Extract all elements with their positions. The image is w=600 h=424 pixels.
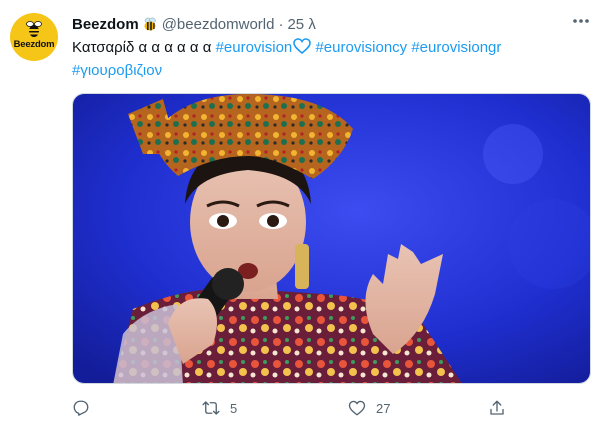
reply-icon: [73, 400, 89, 416]
display-name[interactable]: Beezdom: [72, 16, 139, 33]
tweet-text-line-1: Κατσαρίδ α α α α α α #eurovision #eurovi…: [72, 38, 501, 58]
more-dots-icon[interactable]: [571, 15, 591, 27]
retweet-icon: [202, 401, 220, 415]
bee-logo-icon: [26, 21, 42, 37]
user-handle[interactable]: @beezdomworld: [162, 16, 275, 33]
like-button[interactable]: 27: [348, 396, 390, 420]
reply-button[interactable]: [72, 396, 100, 420]
tweet-media-image[interactable]: [72, 93, 591, 384]
share-icon: [490, 400, 504, 415]
performer-photo: [73, 94, 590, 383]
hashtag-greek[interactable]: #γιουροβιζιον: [72, 62, 162, 79]
avatar[interactable]: Beezdom: [10, 13, 58, 61]
retweet-button[interactable]: 5: [202, 396, 237, 420]
hashtag-eurovisiongr[interactable]: #eurovisiongr: [411, 39, 501, 56]
hashtag-eurovision[interactable]: #eurovision: [216, 39, 293, 56]
separator-dot: ·: [278, 15, 284, 33]
retweet-count: 5: [230, 400, 238, 416]
tweet-card[interactable]: Beezdom Beezdom @beezdomworld · 25 λ Κατ…: [0, 0, 600, 424]
tweet-text-line-2: #γιουροβιζιον: [72, 61, 162, 81]
timestamp[interactable]: 25 λ: [287, 16, 315, 33]
tweet-header: Beezdom @beezdomworld · 25 λ: [72, 14, 316, 34]
avatar-logo-text: Beezdom: [13, 39, 55, 50]
tweet-text: Κατσαρίδ α α α α α α: [72, 39, 212, 56]
hashtag-eurovisioncy[interactable]: #eurovisioncy: [315, 39, 407, 56]
share-button[interactable]: [488, 396, 506, 420]
heart-icon: [348, 400, 366, 416]
tweet-actions: 5 27: [72, 396, 591, 420]
bee-emoji-icon: [144, 17, 156, 31]
blue-heart-emoji-icon: [293, 38, 312, 54]
like-count: 27: [376, 400, 391, 416]
